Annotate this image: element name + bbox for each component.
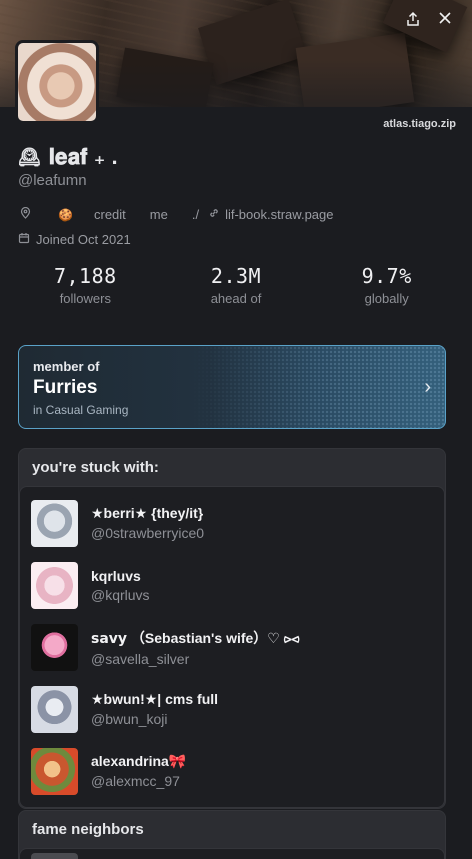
mantel-clock-icon: 🕰 [18, 146, 41, 167]
avatar [31, 853, 78, 859]
cookie-icon: 🍪 [58, 207, 73, 222]
site-watermark: atlas.tiago.zip [383, 118, 456, 130]
bio-item: me [149, 207, 168, 222]
avatar [31, 561, 78, 609]
user-display-name: ★bwun!★| cms full [91, 691, 219, 707]
stat-label: globally [364, 291, 409, 306]
user-handle: @0strawberryice0 [91, 525, 205, 541]
list-item[interactable]: ★berri★ {they/it} @0strawberryice0 [20, 492, 444, 554]
list-item[interactable]: alexandrina🎀 @alexmcc_97 [20, 740, 444, 802]
stat-value: 9.7% [361, 264, 412, 288]
user-handle: @kqrluvs [91, 586, 150, 603]
community-category: in Casual Gaming [33, 403, 129, 417]
user-handle: @savella_silver [91, 650, 190, 667]
calendar-icon [18, 232, 30, 247]
close-icon[interactable] [436, 11, 454, 29]
user-display-name: kqrluvs [91, 567, 141, 584]
stat-followers: 7,188 followers [10, 264, 161, 306]
display-name: 𝐥𝐞𝐚𝐟 ₊ . [48, 144, 118, 169]
community-name: Furries [33, 377, 98, 398]
stat-value: 7,188 [53, 264, 117, 288]
list-item[interactable]: ★bwun!★| cms full @bwun_koji [20, 678, 444, 740]
link-icon [207, 207, 221, 222]
location-pin-icon [18, 206, 32, 222]
user-handle: @alexmcc_97 [91, 773, 180, 789]
chevron-right-icon: › [424, 376, 431, 398]
avatar [31, 499, 78, 547]
stuck-with-list: ★berri★ {they/it} @0strawberryice0 kqrlu… [19, 486, 445, 808]
stat-value: 2.3M [210, 264, 262, 288]
display-name-row: 🕰 𝐥𝐞𝐚𝐟 ₊ . [18, 144, 118, 170]
fame-neighbors-title: fame neighbors [32, 821, 144, 838]
avatar [31, 623, 78, 671]
bio-item: credit [94, 207, 126, 222]
user-display-name: alexandrina🎀 [91, 753, 187, 769]
share-icon[interactable] [404, 11, 422, 29]
stat-ahead-of: 2.3M ahead of [161, 264, 312, 306]
list-item[interactable]: kqrluvs @kqrluvs [20, 554, 444, 616]
stats-row: 7,188 followers 2.3M ahead of 9.7% globa… [10, 264, 462, 306]
avatar[interactable] [15, 40, 99, 124]
stuck-with-title: you're stuck with: [32, 459, 159, 476]
community-label: member of [33, 359, 100, 374]
stuck-with-card: you're stuck with: ★berri★ {they/it} @0s… [18, 448, 446, 809]
username-handle: @leafumn [18, 172, 87, 189]
stat-label: ahead of [210, 291, 262, 306]
avatar [31, 685, 78, 733]
user-display-name: ★berri★ {they/it} [91, 505, 204, 521]
bio-item: ./ [191, 207, 200, 222]
avatar [31, 747, 78, 795]
user-display-name: 𝘀𝗮𝘃𝘆 （Sebastian's wife）♡ ⪧⪦ [91, 629, 300, 646]
stat-globally: 9.7% globally [311, 264, 462, 306]
community-card[interactable]: member of Furries in Casual Gaming › [18, 345, 446, 429]
fame-neighbors-card: fame neighbors [18, 810, 446, 859]
fame-neighbors-list [19, 848, 445, 859]
joined-date: Joined Oct 2021 [18, 232, 131, 247]
joined-text: Joined Oct 2021 [36, 232, 131, 247]
user-handle: @bwun_koji [91, 711, 168, 727]
website-link[interactable]: lif-book.straw.page [225, 207, 333, 222]
stat-label: followers [59, 291, 111, 306]
list-item[interactable]: 𝘀𝗮𝘃𝘆 （Sebastian's wife）♡ ⪧⪦ @savella_sil… [20, 616, 444, 678]
bio-info-row: 🍪 credit me ./ lif-book.straw.page [18, 206, 334, 222]
